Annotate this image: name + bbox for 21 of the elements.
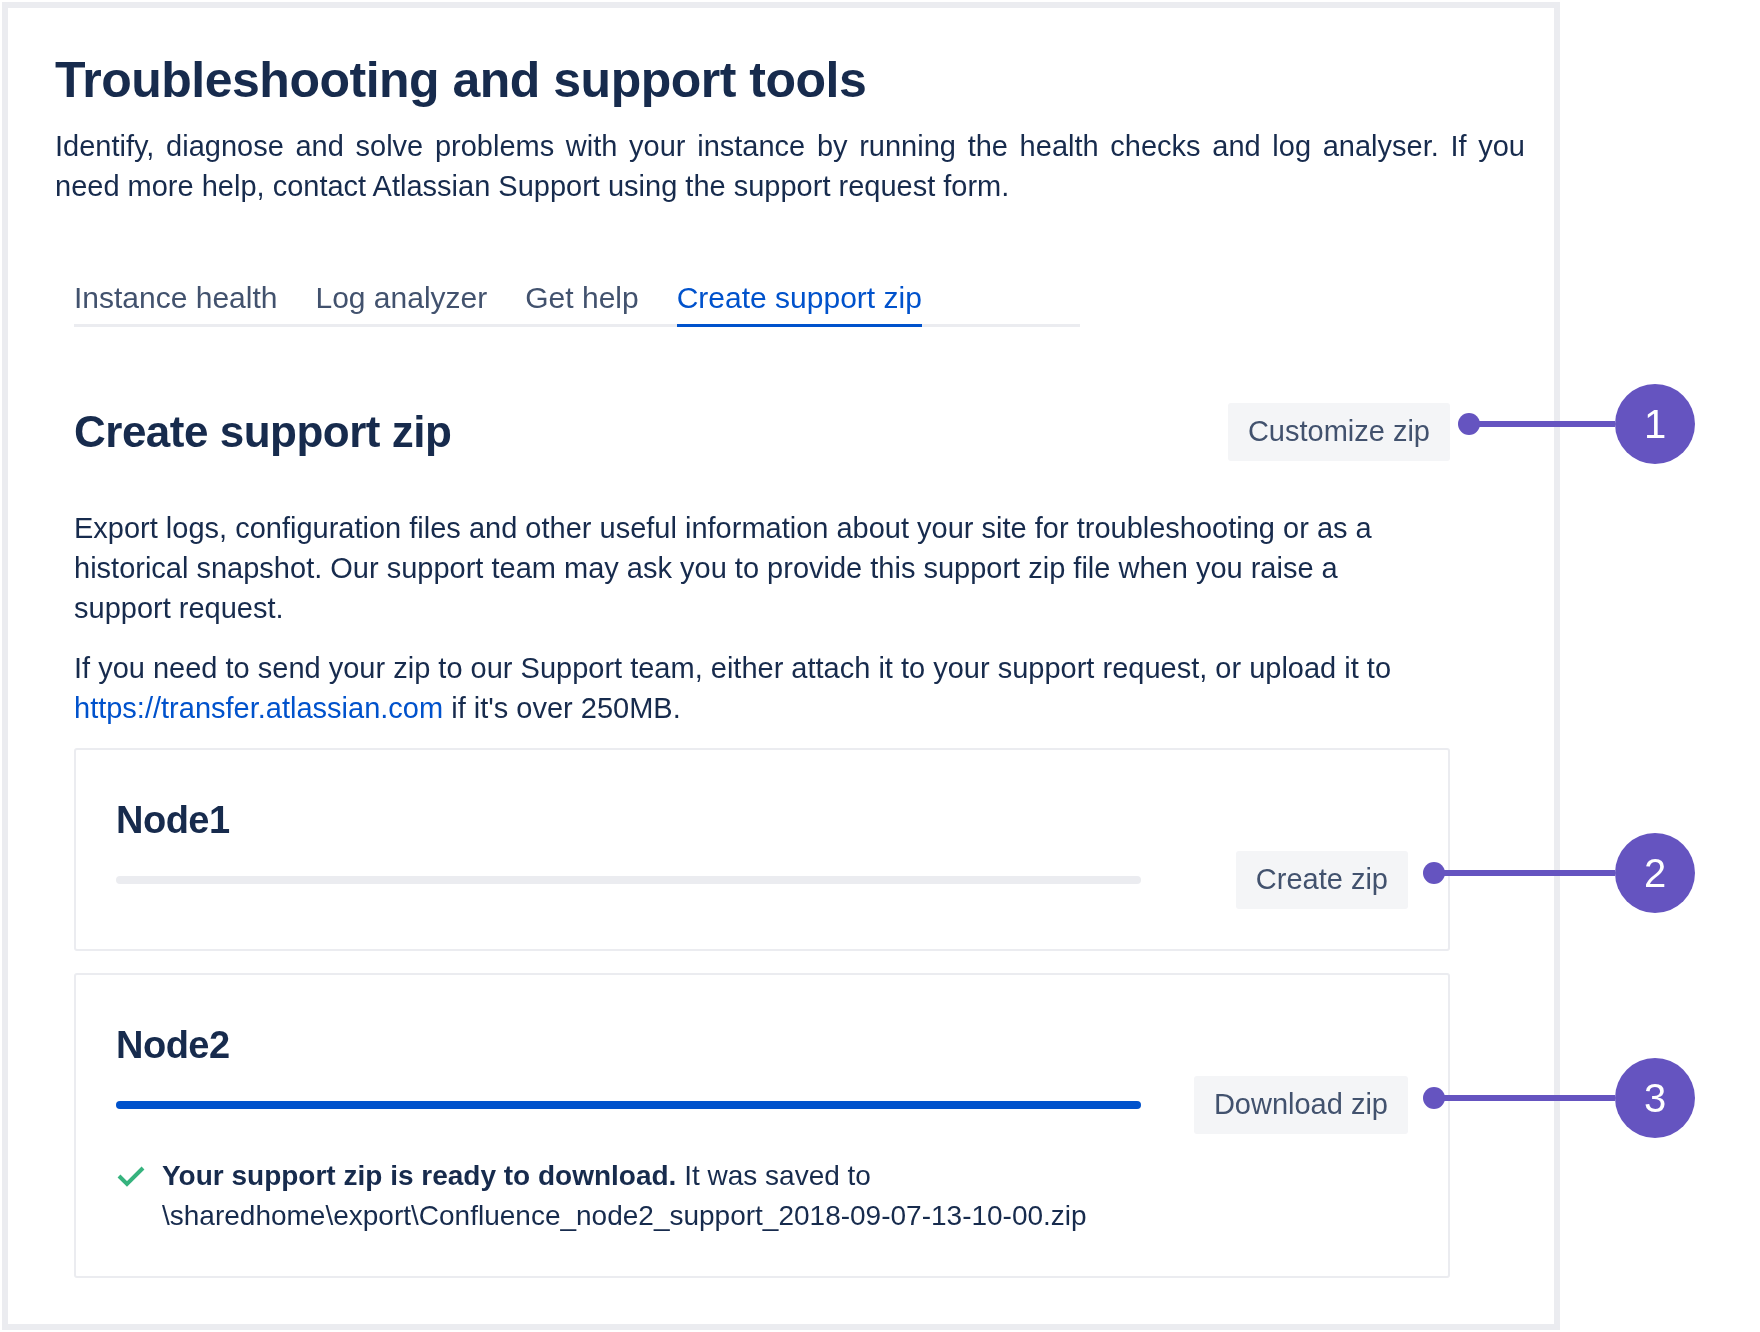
success-message: Your support zip is ready to download. It was saved to \sharedhome\export\Confluence_node2_support_2018-09-07-13-10-00.zip [162,1159,1088,1233]
tab[interactable]: Log analyzer [315,280,488,327]
node-title: Node1 [116,798,231,842]
callout-badge: 1 [1615,384,1695,464]
page-description: Identify, diagnose and solve problems with your instance by running the health checks and log analyser. If you need more help, contact Atlassian Support using the support request form. [55,129,1525,204]
section-paragraph: if it's over 250MB. [451,692,681,724]
zip-button[interactable]: Download zip [1193,1076,1408,1134]
zip-button[interactable]: Create zip [1235,851,1408,909]
callout-badge: 2 [1615,833,1695,913]
tab[interactable]: Get help [525,280,639,327]
customize-zip-button[interactable]: Customize zip [1227,403,1450,461]
transfer-link[interactable]: https://transfer.atlassian.com [74,692,444,724]
page-title: Troubleshooting and support tools [55,51,868,110]
callout-badge: 3 [1615,1058,1695,1138]
section-paragraph: Export logs, configuration files and other useful information about your site for troubleshooting or as a historical snapshot. Our support team may ask you to provide this support zip file when you raise a support request. [74,511,1373,626]
tab[interactable]: Create support zip [676,280,922,327]
section-paragraph: If you need to send your zip to our Support team, either attach it to your support request, or upload it to [74,652,1392,684]
check-icon [116,1164,146,1188]
tab[interactable]: Instance health [74,280,278,327]
section-heading: Create support zip [74,406,452,458]
node-title: Node2 [116,1023,231,1067]
